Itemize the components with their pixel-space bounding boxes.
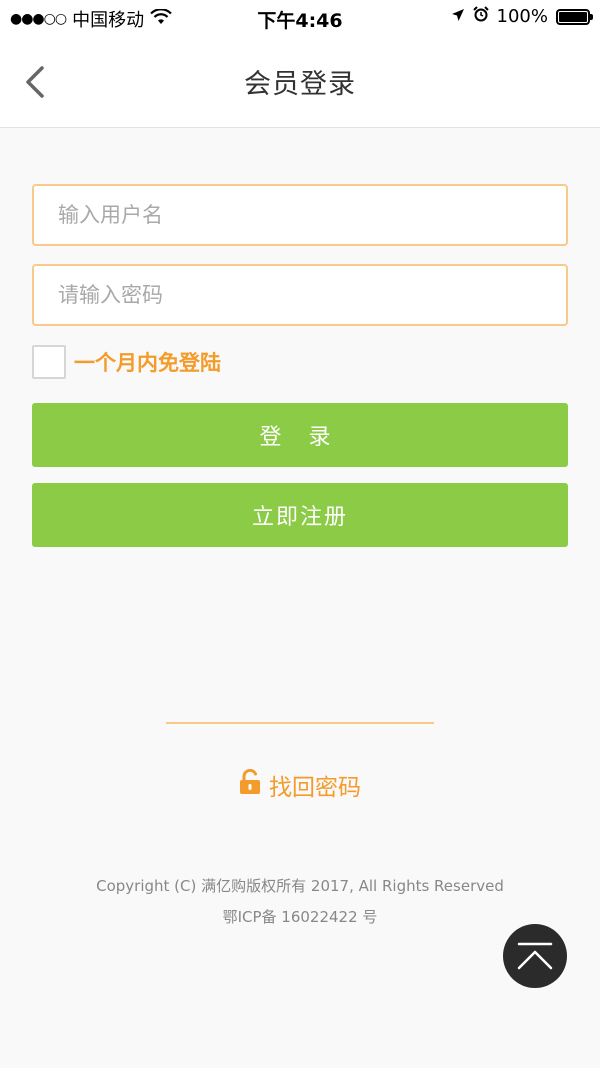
back-to-top-button[interactable] [503, 924, 567, 988]
battery-percent: 100% [496, 6, 548, 27]
password-input[interactable] [34, 266, 566, 324]
status-right: 100% [451, 6, 593, 27]
location-arrow-icon [451, 6, 465, 27]
alarm-icon [472, 6, 489, 27]
icp-text: 鄂ICP备 16022422 号 [222, 908, 378, 926]
unlock-icon [239, 768, 261, 801]
remember-me-label: 一个月内免登陆 [74, 351, 221, 375]
username-input[interactable] [34, 186, 566, 244]
status-bar: ●●●○○ 中国移动 下午4:46 100% [0, 0, 600, 34]
register-button[interactable]: 立即注册 [32, 483, 568, 547]
find-password-link[interactable]: 找回密码 [0, 768, 600, 802]
find-password-label: 找回密码 [269, 775, 361, 801]
page-title: 会员登录 [244, 69, 356, 100]
remember-me-toggle[interactable]: 一个月内免登陆 [32, 345, 221, 379]
remember-me-checkbox[interactable] [32, 345, 66, 379]
nav-bar: 会员登录 [0, 34, 600, 128]
divider [166, 722, 434, 724]
username-field [32, 184, 568, 246]
password-field [32, 264, 568, 326]
battery-icon [556, 8, 593, 25]
back-to-top-icon [517, 942, 553, 970]
copyright-text: Copyright (C) 满亿购版权所有 2017, All Rights R… [96, 877, 504, 895]
login-button[interactable]: 登 录 [32, 403, 568, 467]
